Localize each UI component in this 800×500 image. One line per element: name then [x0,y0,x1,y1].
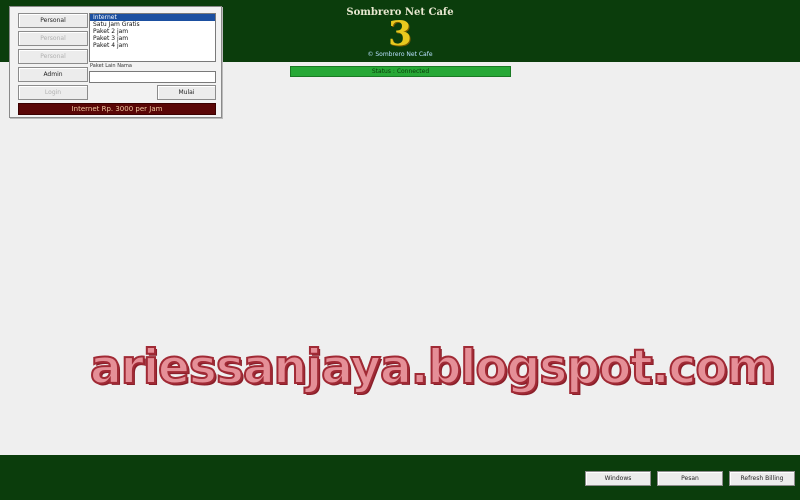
list-item[interactable]: Paket 3 jam [90,35,215,42]
price-banner: Internet Rp. 3000 per Jam [18,103,216,115]
personal-button[interactable]: Personal [18,13,88,28]
refresh-billing-button[interactable]: Refresh Billing [729,471,795,486]
cafe-subtitle: © Sombrero Net Cafe [367,51,433,58]
personal-button-disabled-2[interactable]: Personal [18,49,88,64]
list-item[interactable]: Satu Jam Gratis [90,21,215,28]
start-button[interactable]: Mulai [157,85,216,100]
package-name-input[interactable] [89,71,216,83]
admin-button[interactable]: Admin [18,67,88,82]
list-item[interactable]: Paket 2 jam [90,28,215,35]
message-button[interactable]: Pesan [657,471,723,486]
connection-status-bar: Status : Connected [290,66,511,77]
package-listbox[interactable]: Internet Satu Jam Gratis Paket 2 jam Pak… [89,13,216,62]
login-button[interactable]: Login [18,85,88,100]
control-panel: Personal Personal Personal Admin Login I… [9,6,222,118]
windows-button[interactable]: Windows [585,471,651,486]
list-item[interactable]: Internet [90,14,215,21]
package-field-label: Paket Lain Nama [90,63,132,69]
personal-button-disabled-1[interactable]: Personal [18,31,88,46]
list-item[interactable]: Paket 4 jam [90,42,215,49]
watermark-text: ariessanjaya.blogspot.com [89,339,777,396]
cafe-logo-number: 3 [388,14,412,54]
